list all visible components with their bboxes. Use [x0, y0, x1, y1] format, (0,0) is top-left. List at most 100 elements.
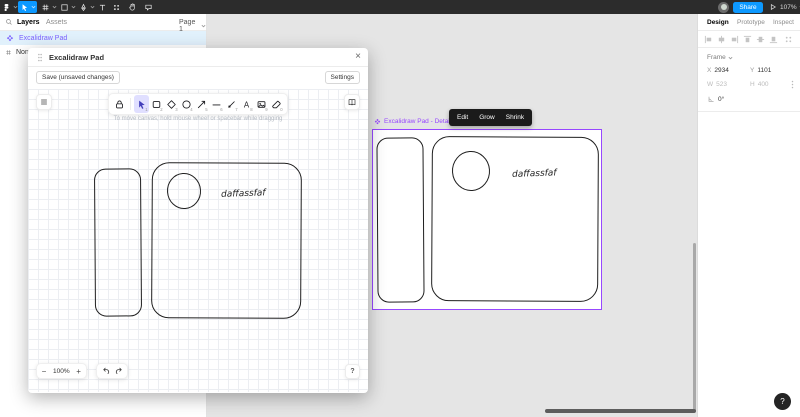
excalidraw-canvas[interactable]: 1 2 3 4 5 6 7 A 8 9 0 To move canvas, ho…: [28, 89, 368, 392]
x-position-field[interactable]: X 2934: [707, 67, 729, 74]
resources-button[interactable]: [110, 0, 123, 14]
tidy-up-icon[interactable]: [784, 35, 793, 44]
modal-actions: Save (unsaved changes) Settings: [28, 67, 368, 89]
frame-section-selector[interactable]: Frame: [707, 54, 733, 61]
align-vertical-center-icon[interactable]: [756, 35, 765, 44]
canvas-zoom-value[interactable]: 100%: [51, 368, 72, 375]
undo-icon: [101, 366, 111, 376]
user-avatar[interactable]: [718, 1, 729, 13]
rotation-field[interactable]: 0°: [707, 95, 724, 103]
widget-context-toolbar: Edit Grow Shrink: [449, 109, 533, 126]
y-position-field[interactable]: Y 1101: [750, 67, 771, 74]
modal-drawing: daffassfaf: [94, 162, 302, 319]
chevron-down-icon: [90, 5, 95, 9]
chevron-down-icon: [31, 5, 36, 9]
widget-label-text: Excalidraw Pad - Details: [384, 117, 455, 125]
present-button[interactable]: [769, 3, 777, 11]
text-icon: [98, 3, 107, 12]
redo-button[interactable]: [112, 363, 125, 379]
excalidraw-widget-frame[interactable]: daffassfaf: [372, 129, 602, 310]
w-value: 523: [716, 81, 727, 88]
widget-canvas-label[interactable]: Excalidraw Pad - Details: [374, 116, 454, 126]
share-button-label: Share: [739, 3, 757, 11]
chevron-down-icon: [201, 24, 206, 28]
widget-drawing-text: daffassfaf: [512, 168, 559, 180]
sidebar-tabs: Layers Assets Page 1: [0, 14, 206, 33]
figma-menu-button[interactable]: [2, 0, 17, 14]
save-button[interactable]: Save (unsaved changes): [36, 71, 120, 84]
edit-button[interactable]: Edit: [457, 114, 468, 121]
excalidraw-help-button[interactable]: ?: [345, 364, 360, 379]
layer-name: Excalidraw Pad: [19, 34, 68, 42]
inspector-panel: Design Prototype Inspect Frame X 2934 Y …: [697, 14, 800, 417]
modal-title: Excalidraw Pad: [49, 52, 105, 62]
hand-tool-button[interactable]: [125, 0, 139, 14]
horizontal-scrollbar[interactable]: [545, 409, 696, 413]
play-icon: [769, 3, 777, 11]
figma-toolbar: Share 107%: [0, 0, 800, 14]
drag-handle-icon: [37, 53, 43, 62]
alignment-toolbar: [698, 31, 800, 48]
align-bottom-icon[interactable]: [769, 35, 778, 44]
pen-icon: [79, 3, 88, 12]
zoom-controls: − 100% +: [36, 363, 87, 379]
undo-button[interactable]: [99, 363, 112, 379]
search-icon[interactable]: [5, 18, 13, 26]
zoom-out-button[interactable]: −: [37, 363, 51, 379]
frame-icon: [41, 3, 50, 12]
h-label: H: [750, 81, 755, 88]
constrain-proportions-icon[interactable]: [789, 80, 796, 89]
tab-assets[interactable]: Assets: [46, 19, 67, 26]
frame-tool-button[interactable]: [40, 0, 57, 14]
layer-row-excalidraw-pad[interactable]: Excalidraw Pad: [0, 31, 206, 45]
comment-tool-button[interactable]: [141, 0, 155, 14]
pen-tool-button[interactable]: [78, 0, 95, 14]
zoom-in-button[interactable]: +: [72, 363, 86, 379]
shrink-button[interactable]: Shrink: [506, 114, 524, 121]
history-controls: [96, 363, 128, 379]
chevron-down-icon: [728, 56, 733, 60]
figma-logo-icon: [2, 2, 11, 13]
zoom-menu[interactable]: 107%: [780, 0, 800, 14]
x-value: 2934: [714, 67, 729, 74]
excalidraw-modal: Excalidraw Pad × Save (unsaved changes) …: [28, 48, 368, 393]
vertical-scrollbar[interactable]: [693, 243, 696, 412]
rotation-value: 0°: [718, 95, 725, 103]
zoom-level-value: 107%: [780, 3, 797, 11]
align-top-icon[interactable]: [743, 35, 752, 44]
share-button[interactable]: Share: [733, 2, 763, 13]
move-tool-button[interactable]: [18, 1, 37, 13]
grow-button[interactable]: Grow: [479, 114, 495, 121]
chevron-down-icon: [71, 5, 76, 9]
modal-drawing-text: daffassfaf: [221, 188, 268, 200]
tab-inspect[interactable]: Inspect: [773, 19, 794, 26]
avatar-face: [720, 3, 727, 10]
text-tool-button[interactable]: [96, 0, 109, 14]
figma-help-button[interactable]: ?: [774, 393, 791, 410]
resources-icon: [112, 3, 121, 12]
h-value: 400: [757, 81, 769, 88]
tab-prototype[interactable]: Prototype: [737, 19, 765, 26]
chevron-down-icon: [13, 5, 18, 9]
settings-button[interactable]: Settings: [324, 71, 360, 84]
close-icon[interactable]: ×: [355, 51, 361, 63]
angle-icon: [707, 95, 715, 103]
height-field: H 400: [750, 81, 769, 88]
layer-name: Non: [16, 48, 29, 56]
x-label: X: [707, 67, 712, 74]
align-right-icon[interactable]: [730, 35, 739, 44]
y-value: 1101: [757, 67, 772, 74]
widget-drawing: daffassfaf: [376, 136, 599, 303]
widget-icon: [6, 34, 14, 42]
tab-layers[interactable]: Layers: [17, 19, 40, 26]
modal-header[interactable]: Excalidraw Pad ×: [28, 48, 368, 67]
comment-icon: [144, 3, 153, 12]
redo-icon: [114, 366, 124, 376]
align-left-icon[interactable]: [704, 35, 713, 44]
align-horizontal-center-icon[interactable]: [717, 35, 726, 44]
hand-icon: [128, 2, 137, 12]
shape-tool-button[interactable]: [59, 0, 76, 14]
chevron-down-icon: [52, 5, 57, 9]
tab-design[interactable]: Design: [707, 19, 729, 26]
frame-icon: [5, 49, 12, 56]
